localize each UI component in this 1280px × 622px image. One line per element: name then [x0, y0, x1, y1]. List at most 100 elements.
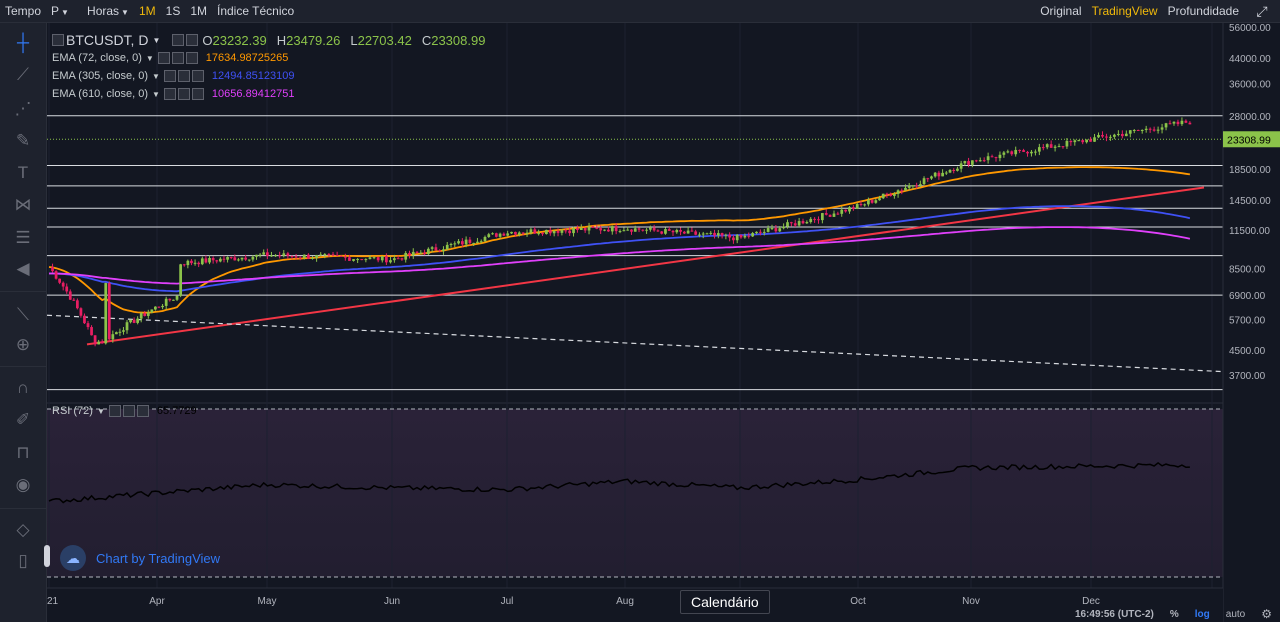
view-original-button[interactable]: Original	[1035, 0, 1086, 22]
candle-body	[867, 200, 870, 205]
chevron-down-icon[interactable]: ▼	[97, 407, 105, 416]
hours-select[interactable]: Horas ▼	[82, 0, 134, 22]
candle-body	[1045, 144, 1049, 148]
close-icon[interactable]	[136, 405, 149, 417]
pencil-lock-icon[interactable]: ✐	[11, 408, 35, 432]
candle-body	[889, 194, 893, 196]
ema-label[interactable]: EMA (72, close, 0)	[52, 52, 142, 64]
eye-icon[interactable]	[108, 405, 121, 417]
tradingview-watermark[interactable]: ☁ Chart by TradingView	[60, 545, 220, 571]
candle-body	[430, 247, 434, 249]
candle-body	[848, 207, 851, 212]
eye-icon[interactable]: ◉	[11, 473, 35, 497]
candle-body	[568, 230, 572, 234]
chart-area[interactable]: 100.000080.000060.000040.000020.00000.00…	[47, 23, 1280, 622]
calendar-tooltip: Calendário	[680, 590, 770, 614]
candle-body	[840, 209, 844, 214]
candle-body	[782, 226, 785, 229]
close-icon[interactable]	[185, 52, 198, 64]
ema-label[interactable]: EMA (610, close, 0)	[52, 88, 148, 100]
view-tradingview-button[interactable]: TradingView	[1087, 0, 1163, 22]
close-icon[interactable]	[191, 88, 204, 100]
text-icon[interactable]: T	[11, 161, 35, 185]
candle-body	[656, 230, 660, 232]
candle-body	[844, 209, 847, 212]
log-button[interactable]: log	[1187, 609, 1218, 620]
ruler-icon[interactable]: ⟍	[11, 303, 35, 327]
candle-body	[274, 255, 277, 257]
settings-icon[interactable]	[171, 52, 184, 64]
brush-icon[interactable]: ✎	[11, 129, 35, 153]
chevron-down-icon: ▼	[121, 8, 129, 17]
candle-body	[68, 291, 72, 300]
candle-body	[828, 214, 832, 217]
chevron-down-icon[interactable]: ▼	[152, 36, 160, 45]
close-icon[interactable]	[191, 70, 204, 82]
candle-body	[911, 185, 915, 187]
fib-icon[interactable]: ⋰	[11, 97, 35, 121]
settings-box-icon[interactable]	[172, 34, 185, 46]
chevron-down-icon[interactable]: ▼	[146, 54, 154, 63]
interval-1s-button[interactable]: 1S	[161, 0, 186, 22]
ema-label[interactable]: EMA (305, close, 0)	[52, 70, 148, 82]
symbol-name[interactable]: BTCUSDT, D	[66, 32, 148, 48]
eye-icon[interactable]	[157, 52, 170, 64]
view-depth-button[interactable]: Profundidade	[1163, 0, 1244, 22]
hours-label: Horas	[87, 4, 120, 18]
candle-body	[150, 309, 154, 313]
rsi-label[interactable]: RSI (72)	[52, 405, 93, 417]
collapse-handle[interactable]	[44, 545, 50, 567]
candle-body	[385, 256, 388, 263]
back-arrow-icon[interactable]: ◀	[11, 257, 35, 281]
chevron-down-icon[interactable]: ▼	[152, 90, 160, 99]
indicator-button[interactable]: Índice Técnico	[212, 0, 299, 22]
candle-body	[411, 251, 415, 256]
percent-button[interactable]: %	[1162, 609, 1187, 620]
crosshair-icon[interactable]: ┼	[11, 31, 35, 55]
candle-body	[179, 264, 183, 296]
chevron-down-icon: ▼	[61, 8, 69, 17]
auto-button[interactable]: auto	[1218, 609, 1253, 620]
magnet-icon[interactable]: ∩	[11, 376, 35, 400]
fullscreen-icon[interactable]: ⤢	[1244, 0, 1280, 22]
clock-time[interactable]: 16:49:56 (UTC-2)	[1067, 609, 1162, 620]
candle-body	[759, 231, 762, 233]
trend-line-icon[interactable]: ⟋	[11, 63, 35, 87]
candle-body	[294, 256, 298, 258]
eye-icon[interactable]	[163, 70, 176, 82]
candle-body	[190, 260, 193, 264]
gear-icon[interactable]: ⚙	[1253, 607, 1280, 621]
lock-icon[interactable]: ⊓	[11, 441, 35, 465]
price-tick-label: 18500.00	[1229, 165, 1271, 176]
candle-body	[694, 231, 698, 235]
zoom-icon[interactable]: ⊕	[11, 333, 35, 357]
pattern-icon[interactable]: ⋈	[11, 193, 35, 217]
candle-body	[755, 231, 758, 234]
interval-1m-button[interactable]: 1M	[134, 0, 161, 22]
candle-body	[641, 229, 645, 231]
candle-body	[735, 234, 739, 241]
eye-icon[interactable]	[163, 88, 176, 100]
candle-body	[323, 253, 327, 255]
price-tick-label: 36000.00	[1229, 80, 1271, 91]
price-chart[interactable]: 100.000080.000060.000040.000020.00000.00…	[47, 23, 1280, 622]
chevron-down-icon[interactable]: ▼	[152, 72, 160, 81]
interval-1mo-button[interactable]: 1M	[185, 0, 212, 22]
candle-body	[1002, 152, 1006, 155]
settings-box-icon[interactable]	[186, 34, 199, 46]
prediction-icon[interactable]: ☰	[11, 226, 35, 250]
price-tick-label: 4500.00	[1229, 346, 1266, 357]
candle-body	[136, 318, 140, 323]
candle-body	[193, 262, 197, 264]
time-scale[interactable]	[47, 588, 1223, 622]
candle-body	[881, 193, 885, 199]
trash-icon[interactable]: ▯	[11, 549, 35, 573]
settings-icon[interactable]	[177, 70, 190, 82]
settings-icon[interactable]	[122, 405, 135, 417]
candle-body	[282, 253, 286, 256]
layers-icon[interactable]: ◇	[11, 518, 35, 542]
candle-body	[335, 254, 339, 256]
settings-icon[interactable]	[177, 88, 190, 100]
candle-body	[164, 298, 168, 306]
interval-select[interactable]: P ▼	[46, 0, 82, 22]
